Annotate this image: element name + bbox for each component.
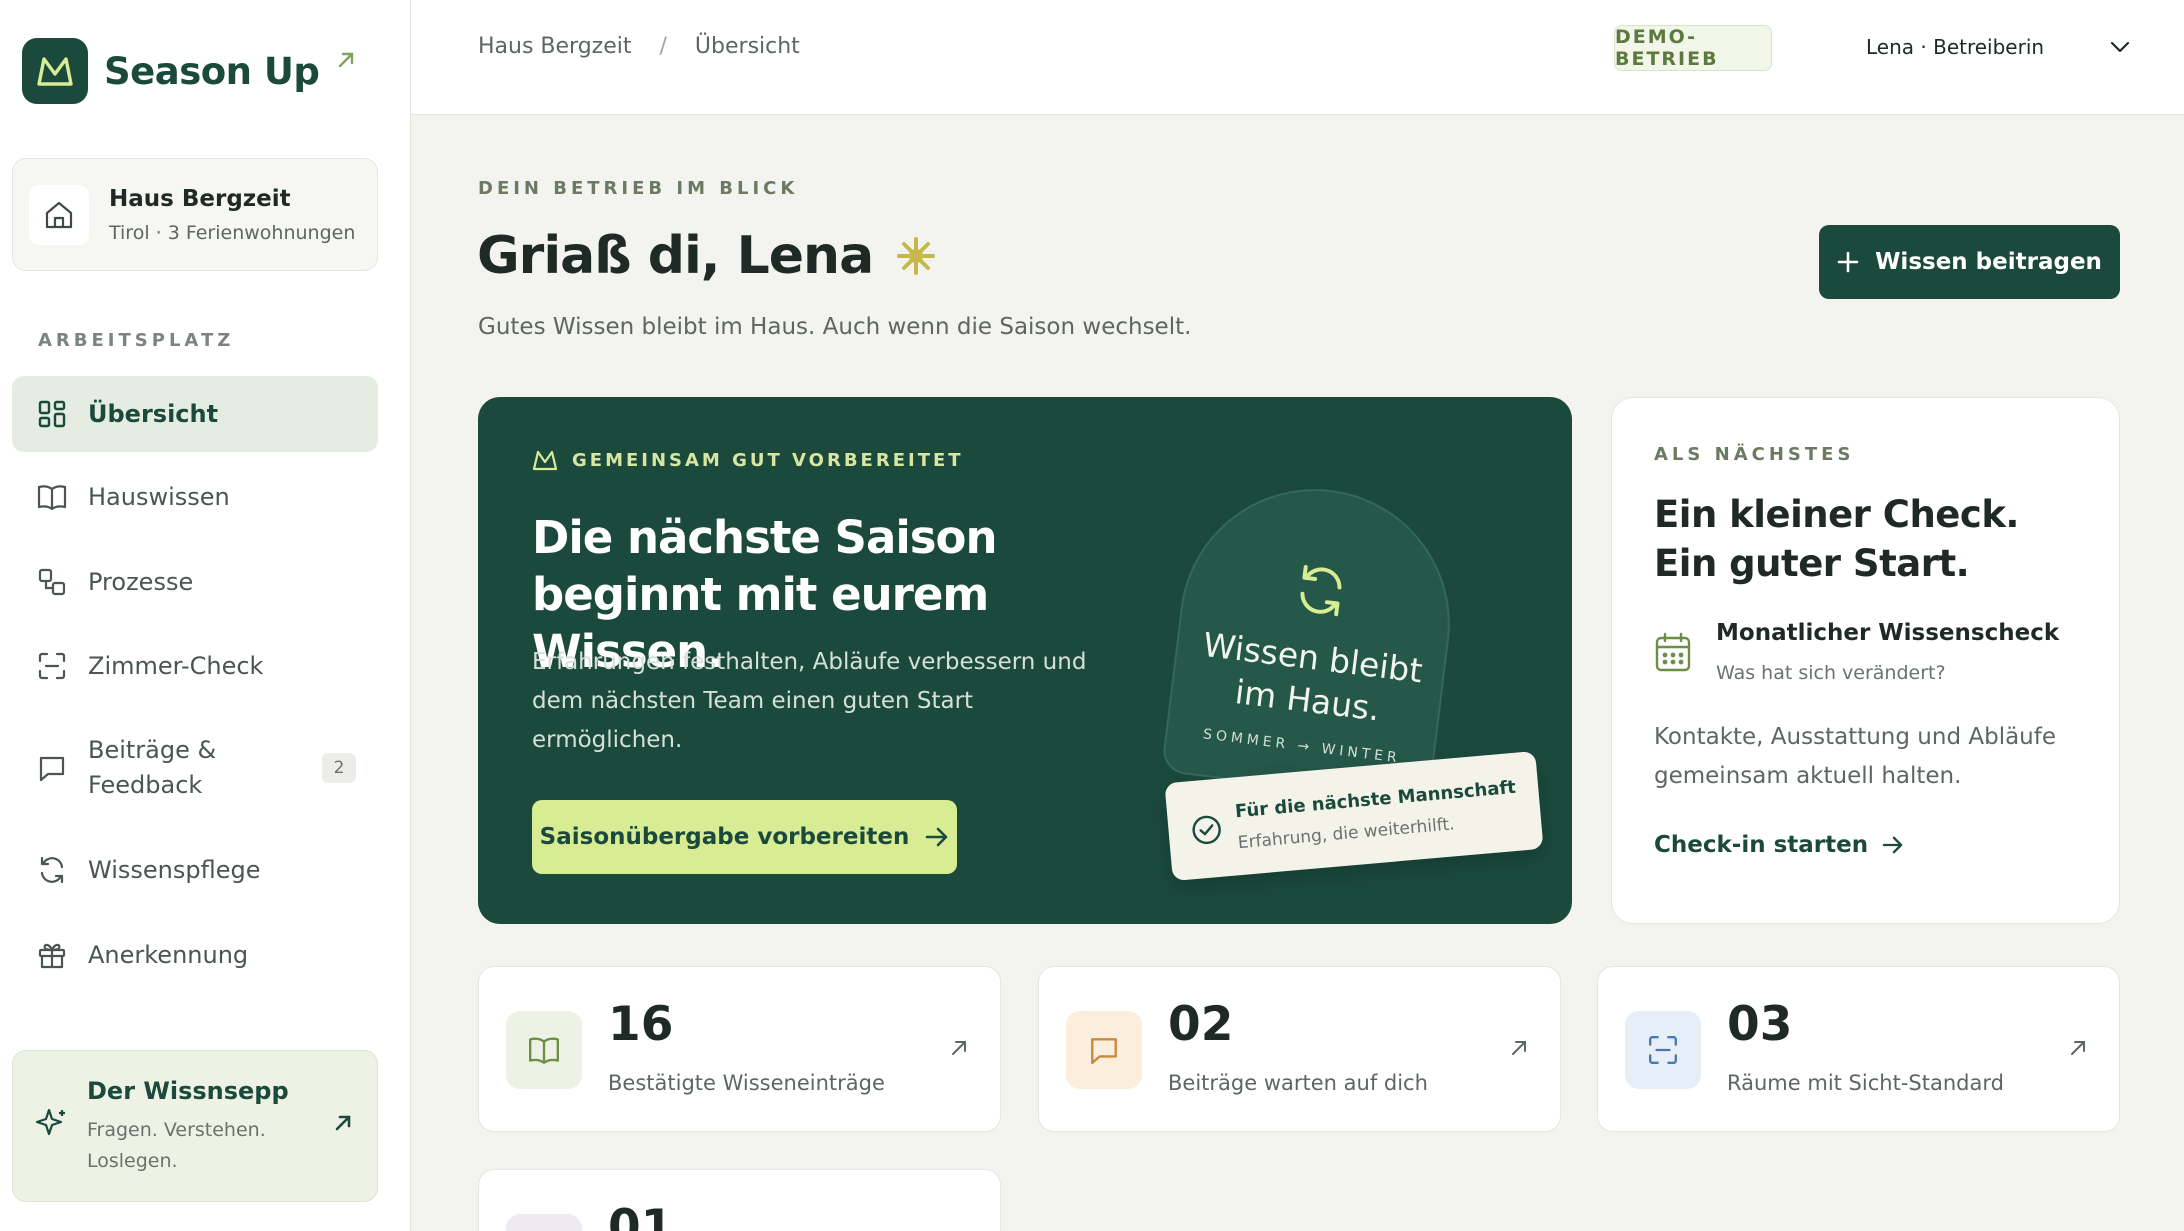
sidebar-item-label: Hauswissen	[88, 483, 230, 511]
check-circle-icon	[1189, 813, 1224, 848]
refresh-icon	[36, 854, 68, 886]
next-step-card: ALS NÄCHSTES Ein kleiner Check. Ein gute…	[1611, 397, 2120, 924]
calendar-icon	[1654, 631, 1692, 673]
illustration-text: Wissen bleibt im Haus.	[1200, 624, 1425, 729]
stat-value: 02	[1168, 997, 1234, 1052]
mountain-icon	[22, 38, 88, 104]
scan-icon	[36, 650, 68, 682]
brand-name: Season Up	[104, 49, 320, 93]
arrow-up-right-icon	[2069, 1039, 2087, 1057]
page-subtitle: Gutes Wissen bleibt im Haus. Auch wenn d…	[478, 314, 1192, 340]
user-menu[interactable]: Lena · Betreiberin	[1866, 35, 2130, 59]
chevron-down-icon	[2110, 41, 2130, 53]
contribute-knowledge-button[interactable]: Wissen beitragen	[1819, 225, 2120, 299]
sidebar-item-label: Wissenspflege	[88, 856, 261, 884]
arrow-up-right-icon	[950, 1039, 968, 1057]
sparkle-icon	[35, 1107, 69, 1141]
page-eyebrow: DEIN BETRIEB IM BLICK	[478, 178, 799, 199]
sidebar-item-label: Übersicht	[88, 400, 219, 428]
next-item-title: Monatlicher Wissenscheck	[1716, 620, 2060, 646]
sidebar-item-wissenspflege[interactable]: Wissenspflege	[12, 832, 378, 908]
next-eyebrow: ALS NÄCHSTES	[1654, 444, 1855, 465]
message-icon	[1066, 1011, 1142, 1089]
sidebar-item-anerkennung[interactable]: Anerkennung	[12, 917, 378, 993]
next-title: Ein kleiner Check. Ein guter Start.	[1654, 493, 2020, 585]
breadcrumb-item: Übersicht	[694, 34, 800, 59]
plus-icon	[1837, 251, 1859, 273]
link-label: Check-in starten	[1654, 832, 1869, 858]
gift-icon	[36, 939, 68, 971]
sidebar-item-beitraege[interactable]: Beiträge & Feedback 2	[12, 722, 378, 814]
property-switcher[interactable]: Haus Bergzeit Tirol · 3 Ferienwohnungen	[12, 158, 378, 271]
home-icon	[29, 184, 89, 245]
stat-label: Beiträge warten auf dich	[1168, 1071, 1428, 1095]
section-label: ARBEITSPLATZ	[38, 330, 235, 351]
mountain-icon	[532, 449, 558, 471]
check-in-link[interactable]: Check-in starten	[1654, 832, 1904, 858]
hero-text: Erfahrungen festhalten, Abläufe verbesse…	[532, 649, 1087, 753]
book-icon	[36, 481, 68, 513]
page-title: Griaß di, Lena	[477, 226, 937, 286]
next-text: Kontakte, Ausstattung und Abläufe gemein…	[1654, 724, 2057, 789]
sidebar: Season Up Haus Bergzeit Tirol · 3 Ferien…	[0, 0, 411, 1231]
topbar: Haus Bergzeit / Übersicht DEMO-BETRIEB L…	[411, 0, 2184, 115]
arrow-up-right-icon	[333, 1113, 353, 1133]
stat-value: 01	[608, 1200, 674, 1231]
stat-card-contributions[interactable]: 02 Beiträge warten auf dich	[1038, 966, 1561, 1132]
stat-label: Bestätigte Wisseneinträge	[608, 1071, 885, 1095]
sidebar-item-label: Prozesse	[88, 568, 194, 596]
sidebar-item-label: Zimmer-Check	[88, 652, 264, 680]
breadcrumb: Haus Bergzeit / Übersicht	[478, 34, 800, 59]
sidebar-item-uebersicht[interactable]: Übersicht	[12, 376, 378, 452]
arrow-up-right-icon	[1510, 1039, 1528, 1057]
assistant-card[interactable]: Der Wissnsepp Fragen. Verstehen. Loslege…	[12, 1050, 378, 1202]
assistant-title: Der Wissnsepp	[87, 1077, 289, 1105]
book-icon	[506, 1011, 582, 1089]
property-name: Haus Bergzeit	[109, 185, 291, 212]
note-subtitle: Erfahrung, die weiterhilft.	[1237, 814, 1456, 854]
scan-icon	[1625, 1011, 1701, 1089]
assistant-subtitle: Fragen. Verstehen. Loslegen.	[87, 1119, 266, 1172]
button-label: Wissen beitragen	[1875, 249, 2102, 275]
demo-badge: DEMO-BETRIEB	[1614, 25, 1772, 71]
sidebar-item-label: Beiträge & Feedback	[88, 736, 217, 799]
external-arrow-icon	[337, 51, 355, 69]
breadcrumb-item[interactable]: Haus Bergzeit	[478, 34, 632, 59]
stat-icon	[506, 1214, 582, 1231]
stat-value: 03	[1727, 997, 1793, 1052]
breadcrumb-separator: /	[659, 34, 667, 59]
user-name: Lena · Betreiberin	[1866, 35, 2045, 59]
season-handover-button[interactable]: Saisonübergabe vorbereiten	[532, 800, 957, 874]
greeting-text: Griaß di, Lena	[477, 226, 874, 286]
refresh-icon	[1291, 561, 1351, 621]
stat-label: Räume mit Sicht-Standard	[1727, 1071, 2004, 1095]
arrow-right-icon	[925, 827, 949, 847]
grid-icon	[36, 398, 68, 430]
stat-card-rooms[interactable]: 03 Räume mit Sicht-Standard	[1597, 966, 2120, 1132]
next-item-subtitle: Was hat sich verändert?	[1716, 662, 1946, 684]
sidebar-item-hauswissen[interactable]: Hauswissen	[12, 459, 378, 535]
hero-eyebrow-text: GEMEINSAM GUT VORBEREITET	[572, 449, 964, 471]
hero-illustration: Wissen bleibt im Haus. SOMMER → WINTER	[1160, 473, 1466, 805]
note-title: Für die nächste Mannschaft	[1234, 776, 1517, 823]
arrow-right-icon	[1882, 836, 1904, 854]
hero-eyebrow: GEMEINSAM GUT VORBEREITET	[532, 449, 964, 471]
workflow-icon	[36, 566, 68, 598]
message-icon	[36, 752, 68, 784]
button-label: Saisonübergabe vorbereiten	[539, 824, 910, 850]
sun-icon	[895, 235, 937, 277]
sidebar-item-label: Anerkennung	[88, 941, 249, 969]
property-subtitle: Tirol · 3 Ferienwohnungen	[109, 221, 356, 244]
stat-card-knowledge[interactable]: 16 Bestätigte Wisseneinträge	[478, 966, 1001, 1132]
stat-card-partial[interactable]: 01	[478, 1169, 1001, 1231]
stat-value: 16	[608, 997, 674, 1052]
brand[interactable]: Season Up	[22, 38, 355, 104]
sidebar-item-zimmer-check[interactable]: Zimmer-Check	[12, 628, 378, 704]
sidebar-item-prozesse[interactable]: Prozesse	[12, 544, 378, 620]
count-badge: 2	[322, 753, 356, 783]
hero-card: GEMEINSAM GUT VORBEREITET Die nächste Sa…	[478, 397, 1572, 924]
